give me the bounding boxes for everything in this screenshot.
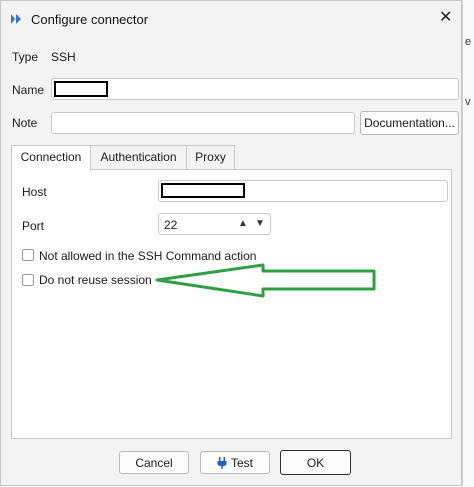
tab-connection[interactable]: Connection [11,145,91,171]
background-text-fragment: v [465,96,471,108]
background-window-edge: e v [462,0,474,486]
background-text-fragment: e [465,36,472,48]
left-arrow-outline-icon [155,263,376,298]
configure-connector-dialog: Configure connector ✕ Type SSH Name Note… [0,0,462,486]
